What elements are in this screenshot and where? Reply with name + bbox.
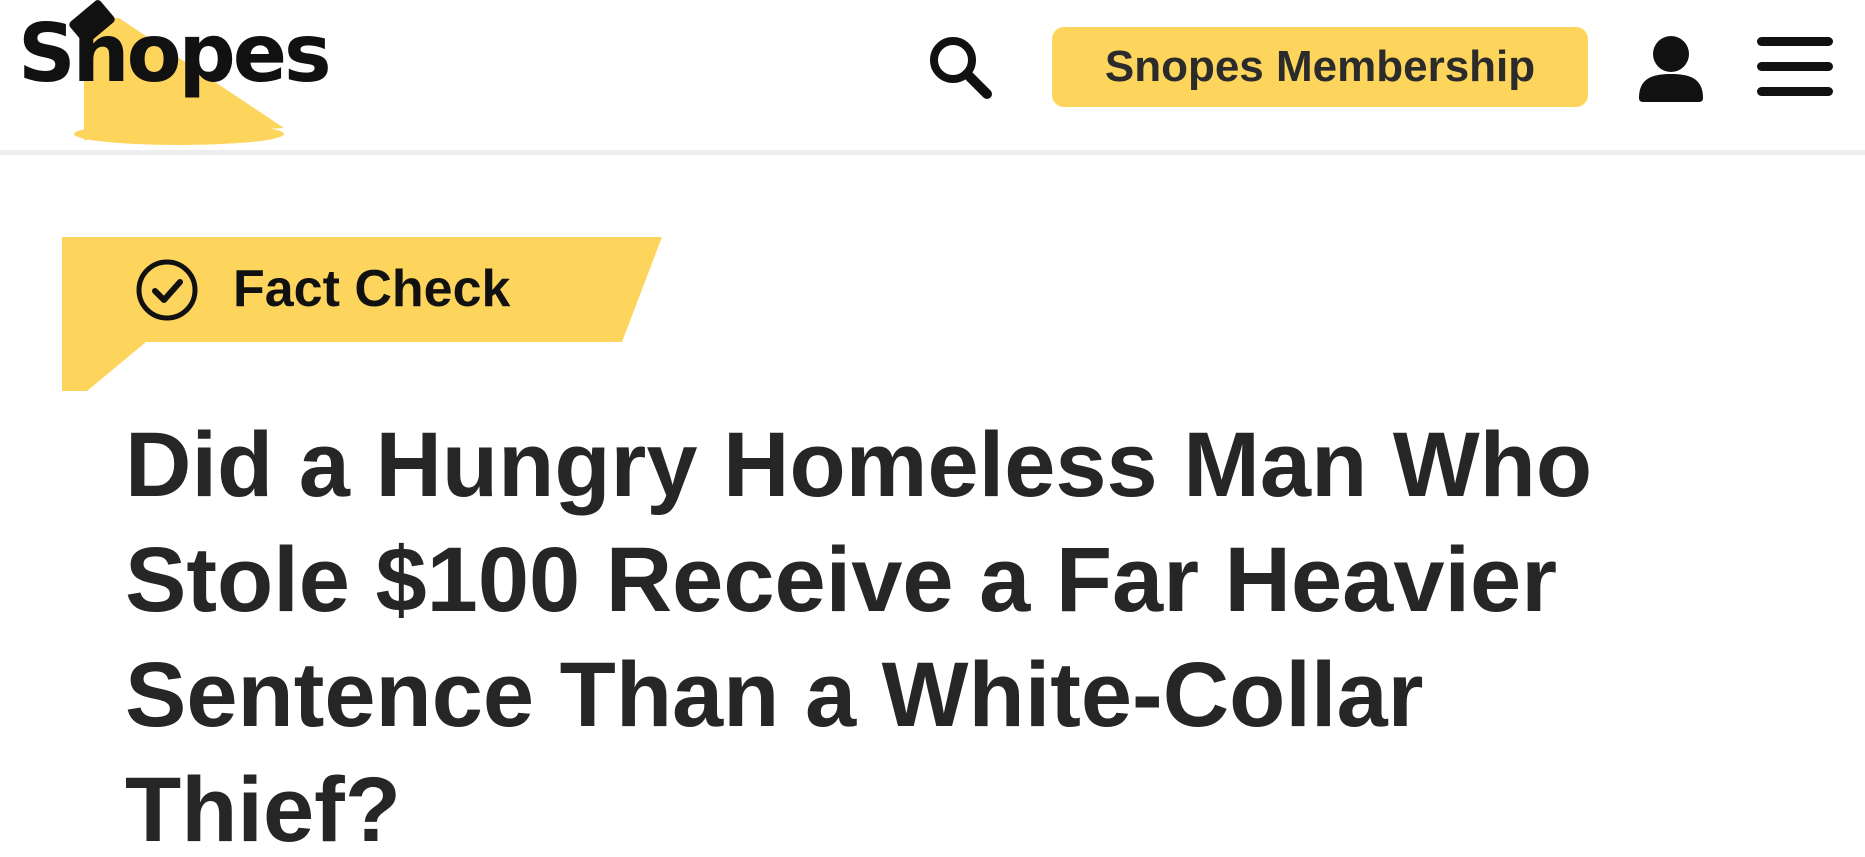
membership-button[interactable]: Snopes Membership — [1052, 27, 1588, 107]
user-icon — [1639, 36, 1703, 102]
article-title-line: Thief? — [125, 759, 401, 857]
search-button[interactable] — [925, 32, 997, 104]
article-title-line: Sentence Than a White-Collar — [125, 644, 1424, 746]
account-button[interactable] — [1633, 32, 1709, 108]
logo-wordmark: Snopes — [18, 7, 332, 100]
menu-button[interactable] — [1755, 34, 1835, 100]
article-title-line: Stole $100 Receive a Far Heavier — [125, 529, 1558, 631]
search-icon — [930, 37, 992, 99]
snopes-logo[interactable]: Snopes — [14, 0, 332, 150]
fact-check-label: Fact Check — [233, 260, 511, 318]
fact-check-tag: Fact Check — [62, 237, 682, 392]
article-title-line: Did a Hungry Homeless Man Who — [125, 414, 1593, 516]
hamburger-menu-icon — [1757, 37, 1833, 96]
site-header: Snopes Snopes Membership — [0, 0, 1865, 155]
page: Snopes Snopes Membership Fact Check Did … — [0, 0, 1865, 857]
check-circle-icon — [136, 259, 198, 321]
article-title: Did a Hungry Homeless Man Who Stole $100… — [125, 408, 1805, 857]
